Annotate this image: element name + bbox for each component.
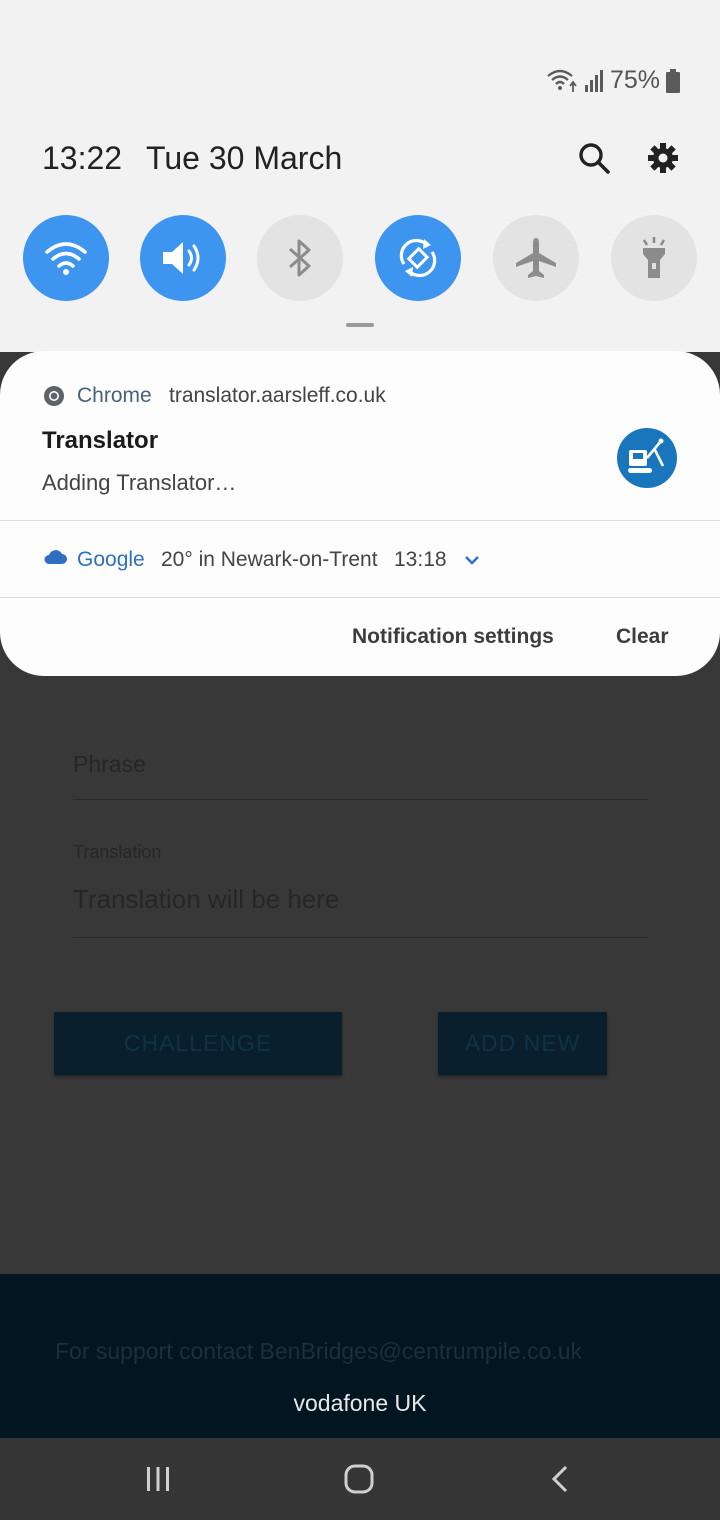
support-text: For support contact BenBridges@centrumpi… — [55, 1338, 583, 1364]
notification-card: Chrome translator.aarsleff.co.uk Transla… — [0, 351, 720, 676]
notification-app-name: Google — [77, 548, 145, 571]
notification-settings-button[interactable]: Notification settings — [352, 625, 554, 649]
notification-actions: Notification settings Clear — [0, 598, 720, 676]
add-new-button[interactable]: ADD NEW — [438, 1012, 607, 1075]
system-nav-bar — [0, 1438, 720, 1520]
phrase-placeholder: Phrase — [73, 751, 146, 777]
home-icon — [344, 1464, 374, 1494]
challenge-button[interactable]: CHALLENGE — [54, 1012, 342, 1075]
airplane-mode-tile[interactable] — [493, 215, 579, 301]
status-bar: 75% — [546, 66, 680, 95]
gear-icon — [648, 143, 678, 173]
settings-button[interactable] — [641, 136, 685, 180]
translation-value: Translation will be here — [73, 884, 340, 914]
volume-icon — [163, 242, 200, 274]
wifi-calling-icon — [547, 69, 577, 92]
bluetooth-tile[interactable] — [257, 215, 343, 301]
recents-button[interactable] — [108, 1438, 208, 1520]
notification-source: translator.aarsleff.co.uk — [169, 384, 386, 407]
back-icon — [551, 1465, 568, 1493]
chevron-down-icon[interactable] — [463, 553, 481, 567]
rotate-icon — [399, 238, 437, 278]
search-icon — [579, 143, 610, 174]
translation-field: Translation Translation will be here — [73, 838, 648, 938]
search-button[interactable] — [572, 136, 616, 180]
panel-drag-handle[interactable] — [346, 323, 374, 327]
translation-label: Translation — [73, 842, 162, 862]
wifi-icon — [45, 242, 87, 275]
clear-button[interactable]: Clear — [616, 625, 669, 649]
notification-title: Translator — [42, 427, 159, 454]
app-footer: For support contact BenBridges@centrumpi… — [0, 1274, 720, 1438]
translator-app-icon — [617, 428, 677, 488]
bluetooth-icon — [288, 239, 311, 277]
phrase-field[interactable]: Phrase — [73, 745, 648, 800]
sound-tile[interactable] — [140, 215, 226, 301]
battery-percent: 75% — [609, 66, 660, 94]
clock: 13:22 — [42, 140, 123, 176]
notification-body: Adding Translator… — [42, 470, 237, 495]
date: Tue 30 March — [146, 140, 343, 176]
airplane-icon — [516, 238, 556, 278]
flashlight-tile[interactable] — [611, 215, 697, 301]
recents-icon — [147, 1467, 169, 1491]
battery-icon — [666, 68, 680, 93]
carrier-label: vodafone UK — [293, 1390, 427, 1416]
flashlight-icon — [642, 237, 666, 278]
cloud-icon — [44, 550, 67, 564]
chrome-icon — [44, 386, 64, 406]
notification-app-name: Chrome — [77, 384, 152, 407]
auto-rotate-tile[interactable] — [375, 215, 461, 301]
wifi-tile[interactable] — [23, 215, 109, 301]
back-button[interactable] — [511, 1438, 611, 1520]
chrome-notification[interactable]: Chrome translator.aarsleff.co.uk Transla… — [0, 351, 720, 520]
weather-text: 20° in Newark-on-Trent — [161, 548, 378, 571]
signal-icon — [584, 69, 603, 92]
quick-panel: 75% 13:22 Tue 30 March — [0, 0, 720, 352]
home-button[interactable] — [309, 1438, 409, 1520]
notification-time: 13:18 — [394, 548, 447, 571]
google-weather-notification[interactable]: Google 20° in Newark-on-Trent 13:18 — [0, 521, 720, 598]
